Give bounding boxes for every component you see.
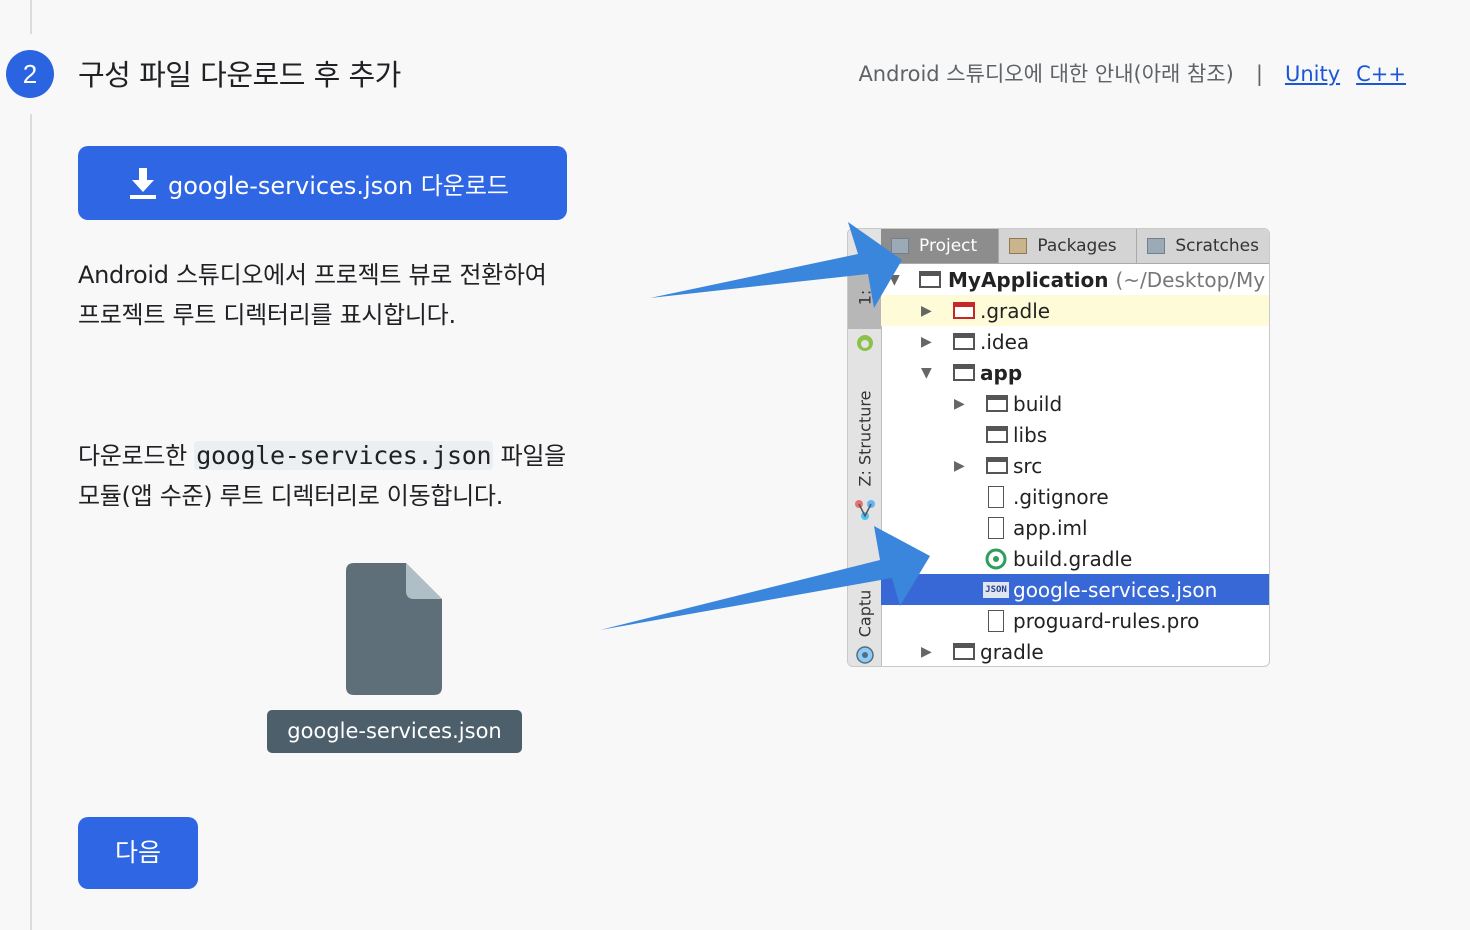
folder-icon — [953, 643, 975, 660]
download-button-label: google-services.json 다운로드 — [167, 171, 510, 200]
json-file-icon: JSON — [983, 581, 1009, 598]
tab-scratches[interactable]: Scratches — [1137, 229, 1269, 263]
structure-icon — [855, 500, 875, 520]
instruction-step-2: 다운로드한 google-services.json 파일을 모듈(앱 수준) … — [78, 436, 566, 516]
instruction-2-prefix: 다운로드한 — [78, 442, 195, 470]
download-config-button[interactable]: google-services.json 다운로드 — [78, 146, 567, 220]
project-icon — [891, 238, 909, 254]
tree-row-gradle[interactable]: ▶ gradle — [881, 636, 1269, 666]
platform-links: Android 스튜디오에 대한 안내(아래 참조) | Unity C++ — [858, 58, 1406, 88]
side-tab-project: 1: — [848, 265, 881, 329]
instruction-1-line-1: Android 스튜디오에서 프로젝트 뷰로 전환하여 — [78, 261, 547, 289]
tree-row-idea[interactable]: ▶ .idea — [881, 326, 1269, 357]
android-guide-text: Android 스튜디오에 대한 안내(아래 참조) — [858, 62, 1234, 86]
tree-row-root[interactable]: ▼ MyApplication (~/Desktop/My — [881, 264, 1269, 295]
step-number-badge: 2 — [6, 50, 54, 98]
tree-row-app[interactable]: ▼ app — [881, 357, 1269, 388]
tree-row-build-gradle[interactable]: build.gradle — [881, 543, 1269, 574]
project-tree: ▼ MyApplication (~/Desktop/My ▶ .gradle … — [881, 264, 1269, 666]
tree-row-app-iml[interactable]: app.iml — [881, 512, 1269, 543]
unity-link[interactable]: Unity — [1285, 62, 1340, 86]
instruction-2-line-1: 다운로드한 google-services.json 파일을 — [78, 436, 566, 476]
tab-packages[interactable]: Packages — [999, 229, 1138, 263]
captures-icon — [856, 646, 874, 664]
instruction-1-line-2: 프로젝트 루트 디렉터리를 표시합니다. — [78, 301, 456, 329]
separator: | — [1255, 62, 1263, 86]
folder-icon — [986, 426, 1008, 443]
next-button[interactable]: 다음 — [78, 817, 198, 889]
cpp-link[interactable]: C++ — [1356, 62, 1406, 86]
timeline-line-top — [30, 0, 32, 34]
android-studio-project-panel: 1: Z: Structure Captu Project Packages S… — [847, 228, 1270, 667]
module-folder-icon — [953, 364, 975, 381]
iml-file-icon — [988, 516, 1004, 539]
tool-window-strip: 1: Z: Structure Captu — [848, 229, 882, 666]
side-tab-captures: Captu — [855, 589, 875, 637]
folder-icon — [953, 333, 975, 350]
instruction-2-line-2: 모듈(앱 수준) 루트 디렉터리로 이동합니다. — [78, 482, 504, 510]
timeline-line — [30, 114, 32, 930]
view-tabs: Project Packages Scratches — [881, 229, 1269, 264]
tab-project[interactable]: Project — [881, 229, 1000, 263]
tree-row-gradle-dir[interactable]: ▶ .gradle — [881, 295, 1269, 326]
filename-code: google-services.json — [194, 441, 494, 470]
tree-row-gitignore[interactable]: .gitignore — [881, 481, 1269, 512]
android-icon — [857, 335, 873, 351]
step-title: 구성 파일 다운로드 후 추가 — [78, 58, 401, 92]
folder-icon — [953, 302, 975, 319]
packages-icon — [1009, 238, 1028, 254]
instruction-step-1: Android 스튜디오에서 프로젝트 뷰로 전환하여 프로젝트 루트 디렉터리… — [78, 255, 547, 335]
text-file-icon — [988, 485, 1004, 508]
file-icon[interactable] — [346, 563, 442, 695]
folder-icon — [986, 395, 1008, 412]
scratches-icon — [1147, 238, 1166, 254]
tree-row-src[interactable]: ▶ src — [881, 450, 1269, 481]
folder-icon — [919, 271, 941, 288]
tree-row-build[interactable]: ▶ build — [881, 388, 1269, 419]
folder-icon — [986, 457, 1008, 474]
text-file-icon — [988, 609, 1004, 632]
download-icon — [129, 168, 156, 199]
side-tab-structure: Z: Structure — [855, 390, 874, 486]
tree-row-libs[interactable]: libs — [881, 419, 1269, 450]
gradle-icon — [985, 548, 1007, 569]
file-name-label: google-services.json — [267, 710, 522, 753]
instruction-2-suffix: 파일을 — [493, 442, 567, 470]
tree-row-google-services[interactable]: JSON google-services.json — [881, 574, 1269, 605]
tree-row-proguard[interactable]: proguard-rules.pro — [881, 605, 1269, 636]
